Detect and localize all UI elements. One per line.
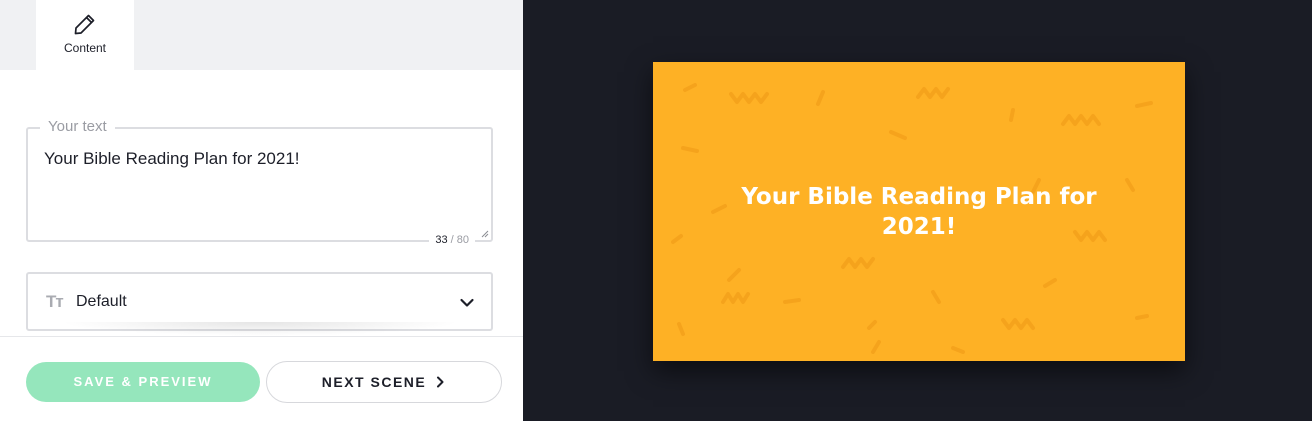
chevron-down-icon (460, 298, 474, 307)
text-field: Your text Your Bible Reading Plan for 20… (26, 118, 493, 246)
preview-area: Your Bible Reading Plan for 2021! (523, 0, 1312, 421)
text-input[interactable]: Your Bible Reading Plan for 2021! (44, 149, 474, 219)
tab-bar: Content (0, 0, 523, 70)
resize-handle-icon[interactable] (481, 230, 489, 238)
editor-panel: Content Your text Your Bible Reading Pla… (0, 0, 523, 421)
tab-label: Content (63, 41, 107, 55)
character-max: / 80 (450, 234, 469, 246)
character-count: 33 (435, 234, 448, 246)
tab-content[interactable]: Content (36, 0, 134, 70)
next-scene-label: NEXT SCENE (321, 374, 427, 390)
text-field-label: Your text (40, 118, 115, 135)
character-counter: 33 / 80 (429, 234, 475, 246)
chevron-right-icon (437, 376, 444, 388)
font-style-value: Default (76, 293, 127, 310)
next-scene-button[interactable]: NEXT SCENE (266, 361, 502, 403)
scene-preview: Your Bible Reading Plan for 2021! (653, 62, 1185, 361)
scene-title: Your Bible Reading Plan for 2021! (741, 184, 1097, 240)
text-size-icon: Tт (46, 292, 64, 311)
editor-footer: SAVE & PREVIEW NEXT SCENE (0, 336, 523, 421)
scroll-shadow (60, 322, 460, 336)
pencil-icon (74, 14, 95, 35)
save-preview-button[interactable]: SAVE & PREVIEW (26, 362, 260, 402)
